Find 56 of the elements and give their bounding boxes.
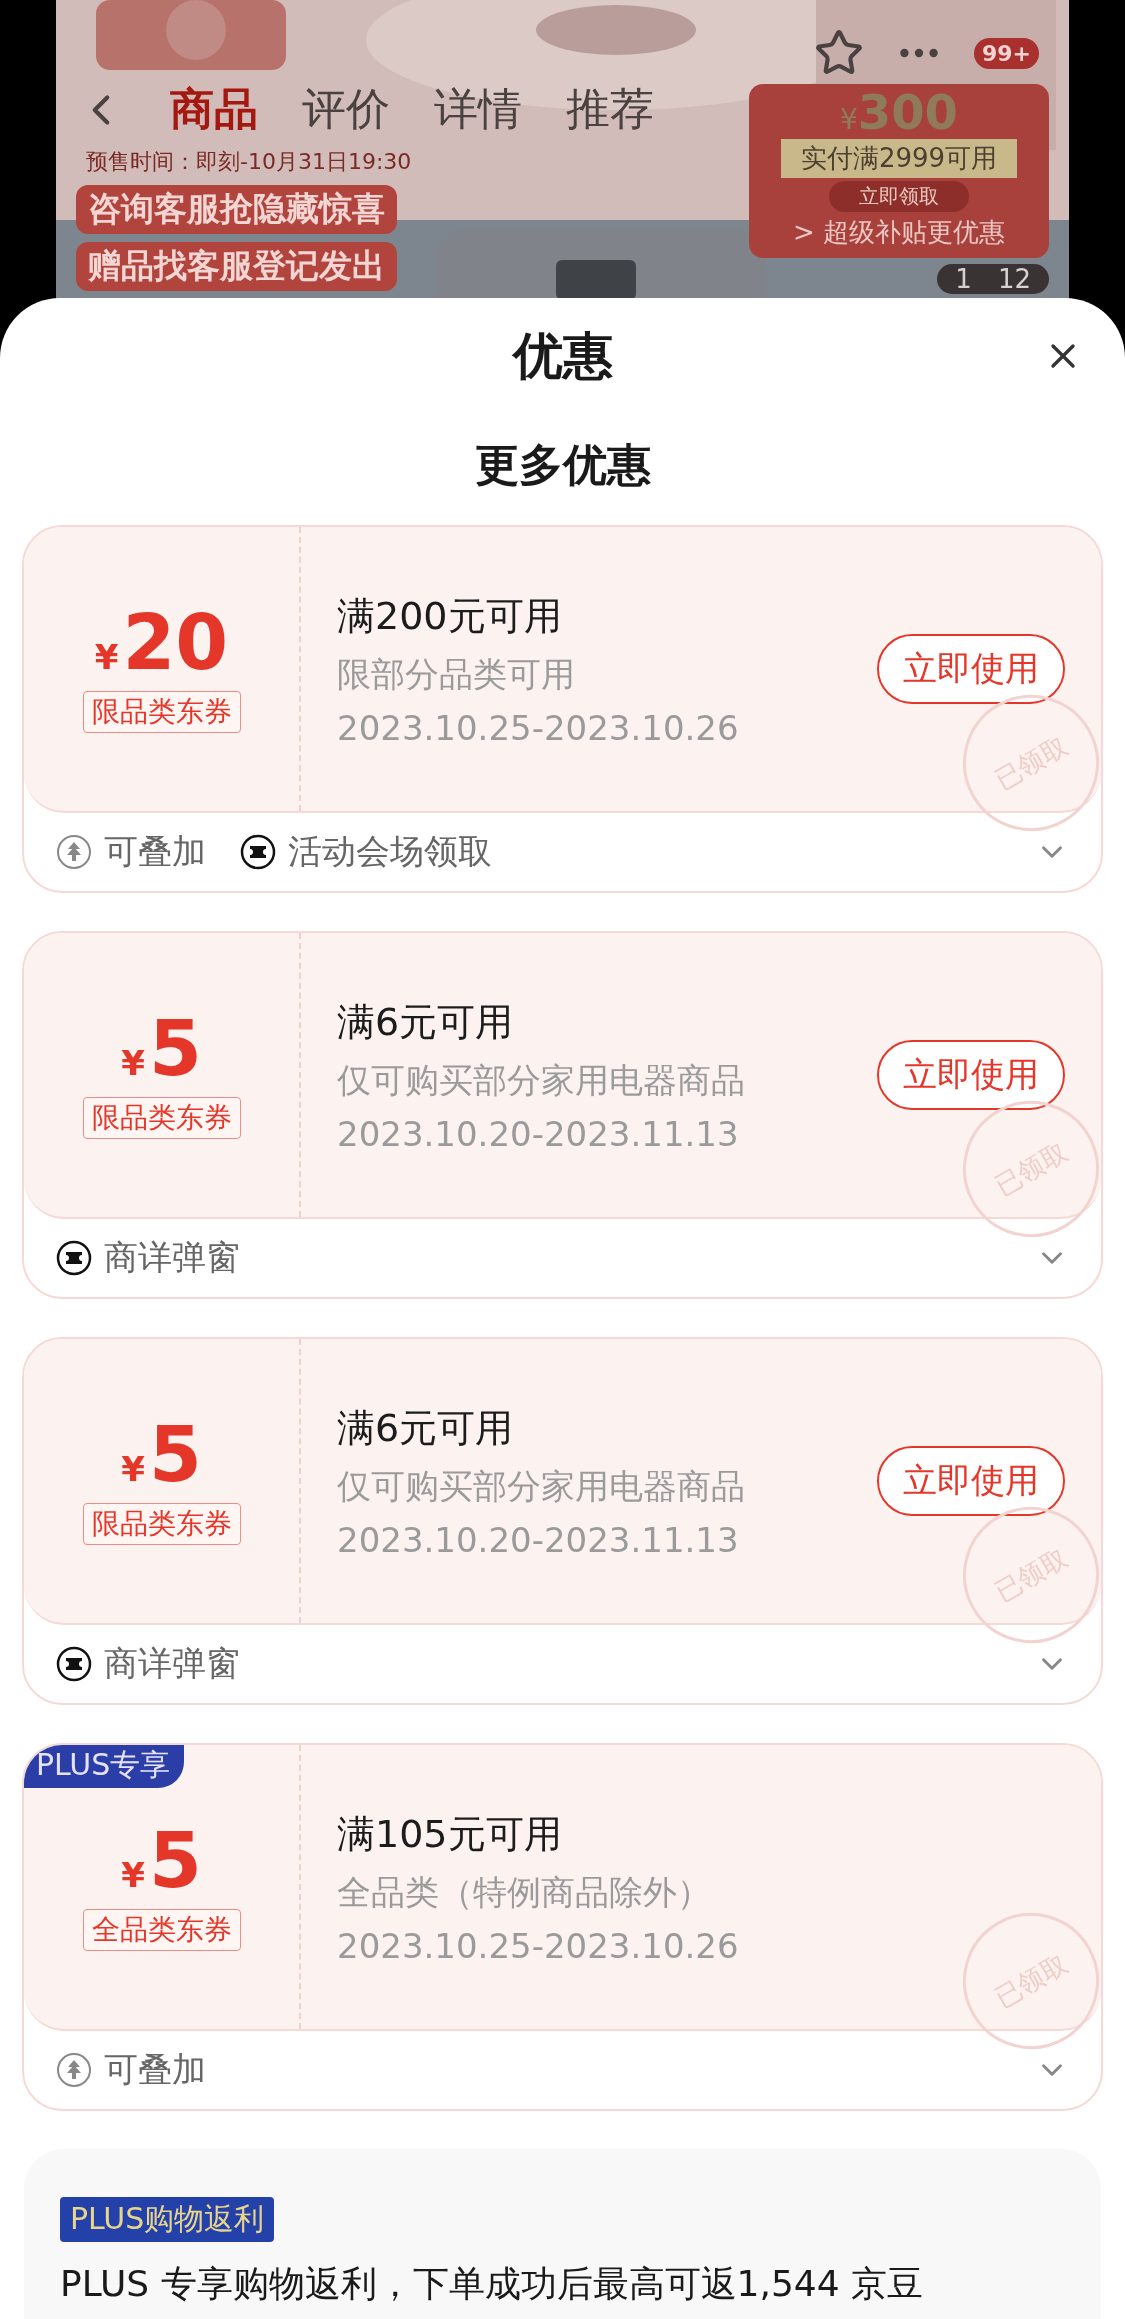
sheet-title: 优惠	[512, 325, 613, 387]
coupon-scope: 限部分品类可用	[337, 652, 576, 696]
page-tab[interactable]: 推荐	[566, 80, 654, 139]
presale-time: 预售时间：即刻-10月31日19:30	[86, 148, 413, 176]
currency-sign: ¥	[121, 1043, 145, 1083]
current-page: 1	[955, 264, 972, 294]
coupon-note: 可叠加	[104, 2048, 206, 2091]
coupon-type-tag: 限品类东券	[82, 1097, 241, 1139]
currency-sign: ¥	[840, 103, 858, 136]
coupon-condition: 满6元可用	[337, 1404, 515, 1452]
use-now-button[interactable]: 立即使用	[877, 634, 1065, 704]
currency-sign: ¥	[121, 1449, 145, 1489]
coupon-note: 活动会场领取	[288, 830, 492, 873]
page-tab[interactable]: 评价	[302, 80, 390, 139]
currency-sign: ¥	[94, 637, 119, 677]
coupon-scope: 全品类（特例商品除外）	[337, 1870, 712, 1914]
coupon-type-tag: 全品类东券	[82, 1909, 241, 1951]
stack-icon	[56, 2052, 92, 2088]
plus-badge: PLUS专享	[24, 1745, 185, 1788]
subsidy-link[interactable]: > 超级补贴更优惠	[792, 215, 1006, 250]
coupon-condition: 满105元可用	[337, 1810, 563, 1858]
claim-button[interactable]: 立即领取	[829, 181, 969, 212]
ticket-icon	[56, 1646, 92, 1682]
promo-amount: 300	[857, 88, 958, 136]
coupon-amount: 20	[122, 605, 229, 681]
coupon-amount: 5	[148, 1011, 202, 1087]
coupon-amount: 5	[148, 1417, 202, 1493]
use-now-button[interactable]: 立即使用	[877, 1446, 1065, 1516]
coupon-validity: 2023.10.25-2023.10.26	[337, 1925, 740, 1966]
promo-banner: 咨询客服抢隐藏惊喜	[76, 185, 397, 234]
rebate-tag: PLUS购物返利	[60, 2197, 275, 2242]
coupon-note: 商详弹窗	[104, 1236, 240, 1279]
coupon-condition: 满200元可用	[337, 592, 563, 640]
use-now-button[interactable]: 立即使用	[877, 1040, 1065, 1110]
stack-icon	[56, 834, 92, 870]
ticket-icon	[240, 834, 276, 870]
promo-banner: 赠品找客服登记发出	[76, 242, 397, 291]
coupon-condition: 满6元可用	[337, 998, 515, 1046]
coupon-validity: 2023.10.25-2023.10.26	[337, 707, 740, 748]
coupon-validity: 2023.10.20-2023.11.13	[337, 1519, 740, 1560]
section-title: 更多优惠	[474, 438, 651, 492]
coupon-type-tag: 限品类东券	[82, 691, 241, 733]
rebate-text: PLUS 专享购物返利，下单成功后最高可返1,544 京豆	[60, 2262, 924, 2306]
page-tab[interactable]: 商品	[170, 80, 258, 139]
page-tab[interactable]: 详情	[434, 80, 522, 139]
coupon-type-tag: 限品类东券	[82, 1503, 241, 1545]
promo-condition: 实付满2999可用	[780, 139, 1018, 178]
coupon-note: 商详弹窗	[104, 1642, 240, 1685]
currency-sign: ¥	[121, 1855, 145, 1895]
total-pages: 12	[997, 264, 1031, 294]
coupon-note: 可叠加	[104, 830, 206, 873]
coupon-scope: 仅可购买部分家用电器商品	[337, 1464, 746, 1508]
coupon-amount: 5	[148, 1823, 202, 1899]
ticket-icon	[56, 1240, 92, 1276]
coupon-scope: 仅可购买部分家用电器商品	[337, 1058, 746, 1102]
coupon-validity: 2023.10.20-2023.11.13	[337, 1113, 740, 1154]
